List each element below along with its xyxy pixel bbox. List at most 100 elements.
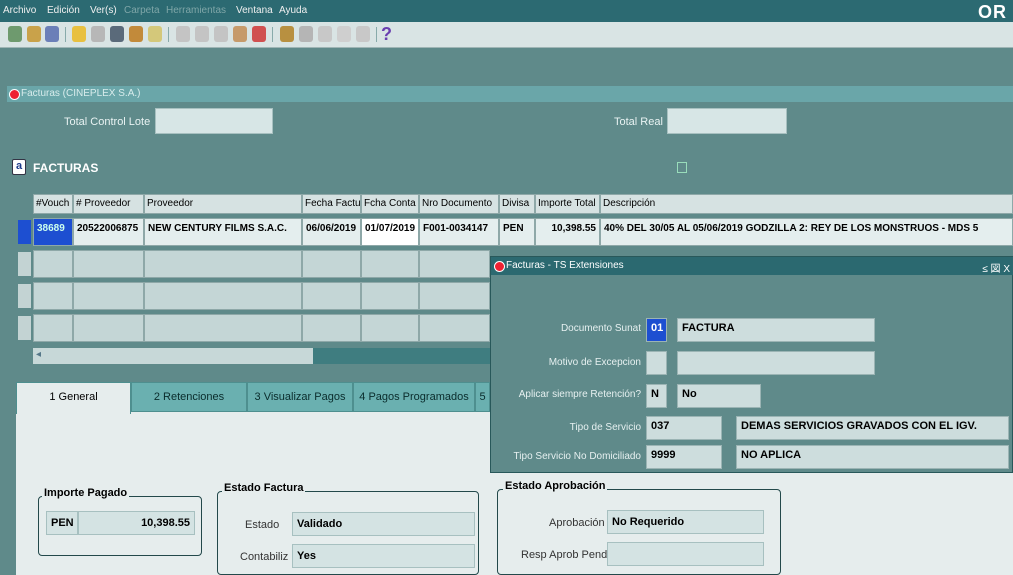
empty-cell[interactable] [33, 282, 73, 310]
row-selector[interactable] [18, 316, 31, 340]
tab-retenciones[interactable]: 2 Retenciones [131, 382, 247, 412]
aplicar-retencion-desc[interactable]: No [677, 384, 761, 408]
estado-field[interactable]: Validado [292, 512, 475, 536]
cell-fecha-factura[interactable]: 06/06/2019 [302, 218, 361, 246]
print-icon[interactable] [91, 26, 105, 42]
tab-visualizar-pagos[interactable]: 3 Visualizar Pagos [247, 382, 353, 412]
row-selector-active[interactable] [18, 220, 31, 244]
motivo-excepcion-code[interactable] [646, 351, 667, 375]
folder-edit-icon[interactable]: a [12, 159, 26, 175]
col-header-vouch[interactable]: #Vouch [33, 194, 73, 214]
folder-icon[interactable] [72, 26, 86, 42]
cell-proveedor[interactable]: NEW CENTURY FILMS S.A.C. [144, 218, 302, 246]
tab-general[interactable]: 1 General [16, 382, 131, 414]
aprobacion-field[interactable]: No Requerido [607, 510, 764, 534]
copy-icon[interactable] [195, 26, 209, 42]
documento-sunat-desc[interactable]: FACTURA [677, 318, 875, 342]
tipo-servicio-nodom-desc[interactable]: NO APLICA [736, 445, 1009, 469]
aprobacion-label: Aprobación [549, 517, 605, 529]
find-icon[interactable] [27, 26, 41, 42]
resp-aprob-label: Resp Aprob Pend [521, 549, 608, 561]
window-controls-icon[interactable]: ≤ 図 X [982, 260, 1010, 275]
col-header-divisa[interactable]: Divisa [499, 194, 535, 214]
empty-cell[interactable] [33, 250, 73, 278]
cut-icon[interactable] [176, 26, 190, 42]
contabiliz-field[interactable]: Yes [292, 544, 475, 568]
empty-cell[interactable] [33, 314, 73, 342]
cell-fecha-conta[interactable]: 01/07/2019 [361, 218, 419, 246]
col-header-proveedor[interactable]: Proveedor [144, 194, 302, 214]
estado-label: Estado [245, 519, 280, 531]
menu-ver[interactable]: Ver(s) [90, 5, 117, 16]
help-icon[interactable]: ? [381, 24, 392, 45]
col-header-importe-total[interactable]: Importe Total [535, 194, 600, 214]
cell-divisa[interactable]: PEN [499, 218, 535, 246]
col-header-nro-documento[interactable]: Nro Documento [419, 194, 499, 214]
empty-cell[interactable] [144, 314, 302, 342]
empty-cell[interactable] [361, 282, 419, 310]
globe-icon[interactable] [299, 26, 313, 42]
menu-herramientas[interactable]: Herramientas [166, 5, 226, 16]
ts-extensiones-titlebar[interactable]: Facturas - TS Extensiones ≤ 図 X [491, 257, 1013, 275]
total-real-field[interactable] [667, 108, 787, 134]
attachment-icon[interactable] [148, 26, 162, 42]
menu-edicion[interactable]: Edición [47, 5, 80, 16]
pen-icon[interactable] [280, 26, 294, 42]
importe-amount[interactable]: 10,398.55 [78, 511, 195, 535]
cell-descripcion[interactable]: 40% DEL 30/05 AL 05/06/2019 GODZILLA 2: … [600, 218, 1013, 246]
row-selector[interactable] [18, 252, 31, 276]
cell-importe-total[interactable]: 10,398.55 [535, 218, 600, 246]
motivo-excepcion-desc[interactable] [677, 351, 875, 375]
window-icon[interactable] [318, 26, 332, 42]
empty-cell[interactable] [73, 282, 144, 310]
edit-icon[interactable] [233, 26, 247, 42]
empty-cell[interactable] [361, 314, 419, 342]
empty-cell[interactable] [144, 250, 302, 278]
importe-currency[interactable]: PEN [46, 511, 78, 535]
cell-proveedor-num[interactable]: 20522006875 [73, 218, 144, 246]
tipo-servicio-code[interactable]: 037 [646, 416, 722, 440]
save-icon[interactable] [110, 26, 124, 42]
row-selector[interactable] [18, 284, 31, 308]
tab-pagos-programados[interactable]: 4 Pagos Programados [353, 382, 475, 412]
menu-ventana[interactable]: Ventana [236, 5, 273, 16]
col-header-descripcion[interactable]: Descripción [600, 194, 1013, 214]
total-control-lote-field[interactable] [155, 108, 273, 134]
menu-ayuda[interactable]: Ayuda [279, 5, 307, 16]
menu-archivo[interactable]: Archivo [3, 5, 36, 16]
scrollbar-thumb[interactable] [33, 348, 313, 364]
tipo-servicio-nodom-code[interactable]: 9999 [646, 445, 722, 469]
empty-cell[interactable] [73, 250, 144, 278]
empty-cell[interactable] [144, 282, 302, 310]
empty-cell[interactable] [302, 314, 361, 342]
empty-cell[interactable] [302, 250, 361, 278]
resp-aprob-field[interactable] [607, 542, 764, 566]
col-header-fecha-conta[interactable]: Fcha Conta [361, 194, 419, 214]
aplicar-retencion-code[interactable]: N [646, 384, 667, 408]
empty-cell[interactable] [419, 282, 490, 310]
folder-tools-icon[interactable] [356, 26, 370, 42]
col-header-fecha-factura[interactable]: Fecha Factu [302, 194, 361, 214]
empty-cell[interactable] [419, 314, 490, 342]
empty-cell[interactable] [419, 250, 490, 278]
cell-voucher[interactable]: 38689 [33, 218, 73, 246]
scroll-left-icon[interactable]: ◂ [36, 349, 41, 360]
col-header-proveedor-num[interactable]: # Proveedor [73, 194, 144, 214]
menu-carpeta[interactable]: Carpeta [124, 5, 160, 16]
horizontal-scrollbar[interactable]: ◂ [33, 348, 493, 364]
zoom-icon[interactable] [129, 26, 143, 42]
navigator-icon[interactable] [45, 26, 59, 42]
empty-cell[interactable] [361, 250, 419, 278]
new-icon[interactable] [8, 26, 22, 42]
checkbox-icon[interactable] [677, 162, 687, 173]
paste-icon[interactable] [214, 26, 228, 42]
main-window-titlebar[interactable]: Facturas (CINEPLEX S.A.) [7, 86, 1013, 102]
empty-cell[interactable] [302, 282, 361, 310]
empty-cell[interactable] [73, 314, 144, 342]
tipo-servicio-desc[interactable]: DEMAS SERVICIOS GRAVADOS CON EL IGV. [736, 416, 1009, 440]
delete-icon[interactable] [252, 26, 266, 42]
cell-nro-documento[interactable]: F001-0034147 [419, 218, 499, 246]
tab-5[interactable]: 5 [475, 382, 490, 412]
translate-icon[interactable] [337, 26, 351, 42]
documento-sunat-code[interactable]: 01 [646, 318, 667, 342]
